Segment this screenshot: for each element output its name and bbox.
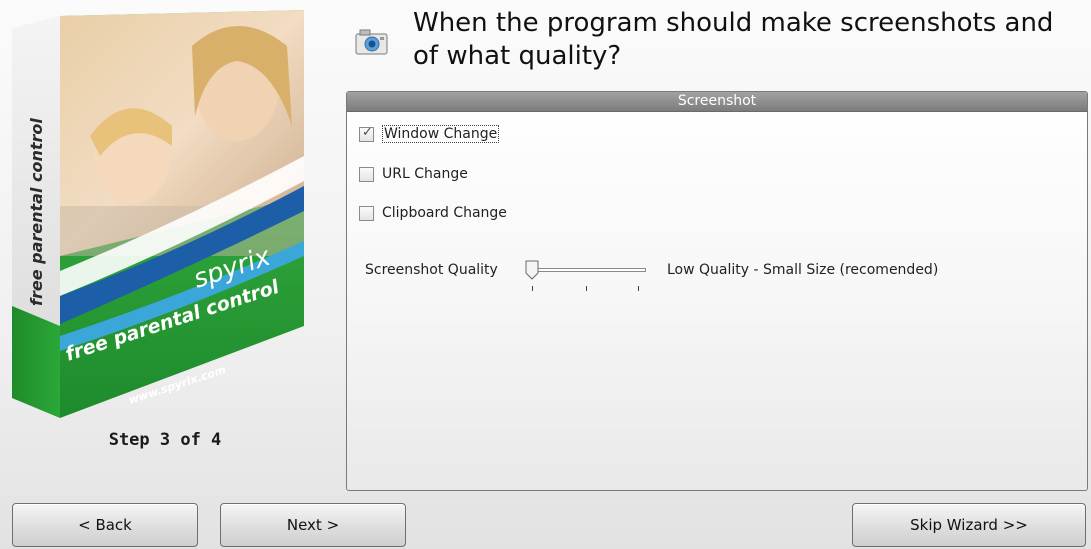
- window-change-option[interactable]: ✓ Window Change: [359, 124, 500, 144]
- check-icon: ✓: [362, 124, 373, 140]
- slider-thumb[interactable]: [525, 260, 539, 280]
- next-button[interactable]: Next >: [220, 503, 406, 547]
- box-spine-text: free parental control: [27, 118, 46, 306]
- skip-wizard-button[interactable]: Skip Wizard >>: [852, 503, 1086, 547]
- camera-icon: [355, 29, 388, 55]
- window-change-label[interactable]: Window Change: [382, 125, 500, 143]
- page-title: When the program should make screenshots…: [413, 8, 1054, 71]
- slider-tick: [586, 286, 587, 291]
- clipboard-change-checkbox[interactable]: [359, 205, 374, 221]
- quality-row: Screenshot Quality Low Quality - Small S…: [365, 260, 1065, 291]
- url-change-checkbox[interactable]: [359, 166, 374, 182]
- quality-value: Low Quality - Small Size (recomended): [667, 262, 939, 278]
- clipboard-change-option[interactable]: Clipboard Change: [359, 203, 507, 223]
- product-box-image: spyrix free parental control www.spyrix.…: [12, 10, 304, 418]
- quality-label: Screenshot Quality: [365, 262, 498, 278]
- window-change-checkbox[interactable]: ✓: [359, 124, 374, 142]
- url-change-option[interactable]: URL Change: [359, 164, 468, 184]
- panel-title: Screenshot: [347, 92, 1087, 112]
- back-button[interactable]: < Back: [12, 503, 198, 547]
- slider-track[interactable]: [531, 268, 646, 272]
- quality-slider[interactable]: [525, 260, 650, 294]
- clipboard-change-label[interactable]: Clipboard Change: [382, 205, 507, 221]
- slider-tick: [532, 286, 533, 291]
- step-label: Step 3 of 4: [108, 430, 222, 450]
- slider-tick: [638, 286, 639, 291]
- url-change-label[interactable]: URL Change: [382, 166, 468, 182]
- screenshot-panel: Screenshot ✓ Window Change URL Change Cl…: [346, 91, 1088, 491]
